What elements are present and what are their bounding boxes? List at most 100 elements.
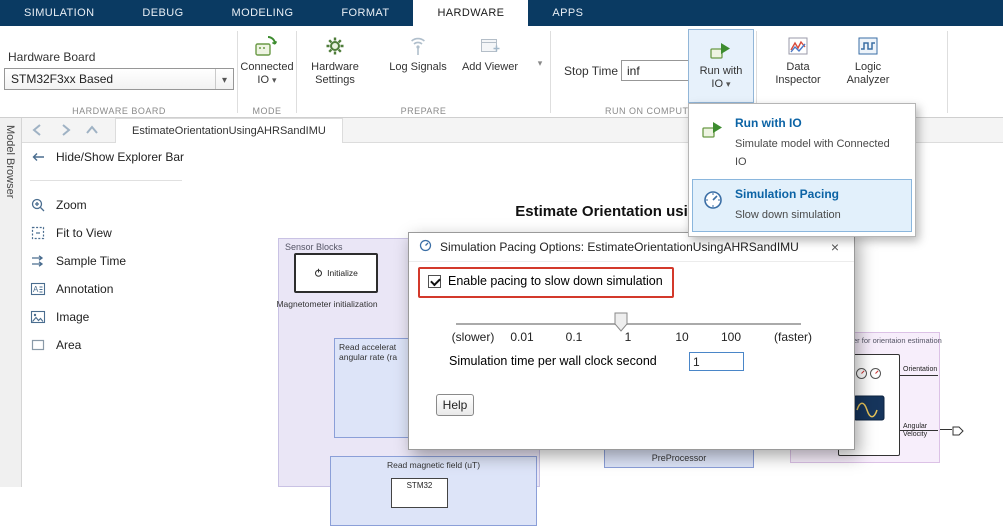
section-label-hardware-board: HARDWARE BOARD — [0, 106, 238, 116]
document-tab-estimateorientation[interactable]: EstimateOrientationUsingAHRSandIMU — [115, 118, 343, 143]
palette-item-label: Hide/Show Explorer Bar — [56, 150, 184, 164]
palette-item-zoom[interactable]: Zoom — [30, 191, 184, 219]
hardware-board-label: Hardware Board — [8, 50, 95, 64]
chevron-down-icon — [723, 78, 731, 90]
read-accel-label-line1: Read accelerat — [339, 342, 417, 352]
dialog-title-bar[interactable]: Simulation Pacing Options: EstimateOrien… — [409, 233, 854, 262]
document-tab-label: EstimateOrientationUsingAHRSandIMU — [132, 125, 326, 137]
up-to-parent-icon[interactable] — [83, 121, 103, 139]
close-icon[interactable]: × — [825, 239, 845, 255]
palette-item-area[interactable]: Area — [30, 331, 184, 359]
run-with-io-icon — [701, 117, 725, 141]
slider-label-10: 10 — [675, 330, 688, 344]
palette-item-sample-time[interactable]: Sample Time — [30, 247, 184, 275]
stm32-block[interactable]: STM32 — [391, 478, 448, 508]
data-inspector-icon — [786, 33, 810, 59]
connected-io-icon — [254, 33, 280, 59]
palette-item-label: Fit to View — [56, 226, 112, 240]
simulation-pacing-dialog: Simulation Pacing Options: EstimateOrien… — [408, 232, 855, 450]
tab-modeling[interactable]: MODELING — [208, 0, 318, 26]
stop-time-input[interactable] — [621, 60, 692, 81]
chevron-down-icon[interactable] — [215, 69, 233, 89]
run-with-io-button[interactable]: Run with IO — [688, 29, 754, 103]
slider-label-100: 100 — [721, 330, 741, 344]
palette-divider — [30, 180, 182, 181]
image-icon — [30, 309, 46, 325]
hardware-board-group: Hardware Board STM32F3xx Based HARDWARE … — [0, 26, 238, 118]
annotation-icon: A — [30, 281, 46, 297]
hardware-board-value: STM32F3xx Based — [11, 72, 113, 86]
slider-label-001: 0.01 — [510, 330, 533, 344]
slider-label-slower: (slower) — [452, 330, 495, 344]
palette-item-label: Sample Time — [56, 254, 126, 268]
signal-line — [900, 430, 938, 431]
read-magnetic-block[interactable]: Read magnetic field (uT) STM32 — [330, 456, 537, 526]
connected-io-label: Connected IO — [240, 61, 293, 86]
magnetometer-caption: Magnetometer initialization — [271, 299, 383, 309]
port-label-angular-velocity: Angular Velocity — [903, 423, 937, 439]
sensor-region-label: Sensor Blocks — [285, 242, 343, 252]
add-viewer-label: Add Viewer — [460, 61, 520, 74]
tab-debug[interactable]: DEBUG — [118, 0, 207, 26]
logic-analyzer-icon — [856, 33, 880, 59]
slider-label-1: 1 — [625, 330, 632, 344]
gallery-expand-icon[interactable] — [533, 28, 547, 98]
run-with-io-menu: Run with IO Simulate model with Connecte… — [688, 103, 916, 237]
read-magnetic-label: Read magnetic field (uT) — [387, 460, 480, 470]
stm32-label: STM32 — [407, 481, 433, 490]
add-viewer-button[interactable]: Add Viewer — [455, 26, 525, 74]
model-browser-strip[interactable]: Model Browser — [0, 118, 22, 487]
run-with-io-icon — [689, 38, 753, 62]
logic-analyzer-button[interactable]: Logic Analyzer — [833, 26, 903, 87]
palette-item-annotation[interactable]: A Annotation — [30, 275, 184, 303]
sim-time-per-second-input[interactable] — [689, 352, 744, 371]
preprocessor-block[interactable]: PreProcessor — [604, 448, 754, 468]
mode-group: Connected IO MODE — [238, 26, 296, 118]
preprocessor-label: PreProcessor — [652, 453, 707, 463]
connected-io-button[interactable]: Connected IO — [232, 26, 302, 87]
hide-explorer-arrow-icon — [30, 149, 46, 165]
palette-item-fit-to-view[interactable]: Fit to View — [30, 219, 184, 247]
slider-label-faster: (faster) — [774, 330, 812, 344]
antenna-icon — [406, 33, 430, 59]
log-signals-label: Log Signals — [388, 61, 448, 74]
sim-time-per-second-label: Simulation time per wall clock second — [449, 354, 657, 368]
tab-apps[interactable]: APPS — [528, 0, 607, 26]
hardware-board-select[interactable]: STM32F3xx Based — [4, 68, 234, 90]
palette-item-hide-explorer[interactable]: Hide/Show Explorer Bar — [30, 143, 184, 171]
gauges-icon — [855, 367, 883, 385]
output-port-icon[interactable] — [952, 424, 964, 442]
palette-item-image[interactable]: Image — [30, 303, 184, 331]
tab-hardware[interactable]: HARDWARE — [413, 0, 528, 26]
read-accel-label-line2: angular rate (ra — [339, 352, 417, 362]
tab-format[interactable]: FORMAT — [317, 0, 413, 26]
log-signals-button[interactable]: Log Signals — [383, 26, 453, 74]
signal-line — [900, 375, 938, 376]
prepare-group: Hardware Settings Log Signals Add Viewer… — [297, 26, 550, 118]
pacing-slider-track[interactable] — [456, 323, 801, 325]
magnetometer-init-block[interactable]: Initialize — [294, 253, 378, 293]
data-inspector-button[interactable]: Data Inspector — [763, 26, 833, 87]
signal-line — [940, 429, 952, 430]
palette-item-label: Zoom — [56, 198, 87, 212]
section-label-mode: MODE — [238, 106, 296, 116]
area-icon — [30, 337, 46, 353]
canvas-palette: Hide/Show Explorer Bar Zoom Fit to View … — [30, 143, 184, 359]
menu-item-simulation-pacing[interactable]: Simulation Pacing Slow down simulation — [692, 179, 912, 232]
run-with-io-label: Run with IO — [700, 65, 743, 90]
stop-time-label: Stop Time — [564, 64, 618, 78]
dialog-title: Simulation Pacing Options: EstimateOrien… — [440, 240, 799, 254]
simulation-pacing-icon — [701, 188, 725, 212]
hardware-settings-button[interactable]: Hardware Settings — [300, 26, 370, 87]
chevron-down-icon — [269, 74, 277, 86]
back-icon[interactable] — [29, 121, 49, 139]
svg-text:A: A — [33, 285, 39, 294]
forward-icon[interactable] — [56, 121, 76, 139]
menu-item-title: Run with IO — [735, 116, 904, 130]
menu-item-run-with-io[interactable]: Run with IO Simulate model with Connecte… — [692, 108, 912, 179]
menu-item-title: Simulation Pacing — [735, 187, 841, 201]
magnetometer-block-label: Initialize — [327, 268, 358, 278]
help-button[interactable]: Help — [436, 394, 474, 416]
palette-item-label: Annotation — [56, 282, 113, 296]
tab-simulation[interactable]: SIMULATION — [0, 0, 118, 26]
